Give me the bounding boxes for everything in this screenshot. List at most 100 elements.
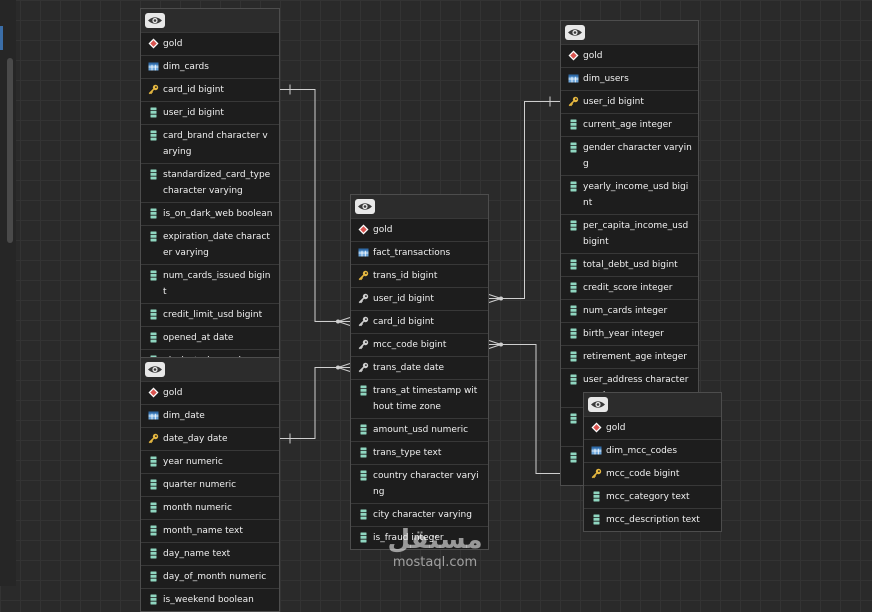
table-icon: [591, 445, 602, 456]
eye-icon[interactable]: [145, 362, 165, 377]
column-icon: [148, 231, 159, 242]
table-name-row[interactable]: dim_cards: [141, 55, 279, 78]
column-row-label: mcc_code bigint: [606, 469, 680, 479]
column-icon: [568, 413, 579, 424]
table-fact-transactions[interactable]: gold fact_transactions trans_id bigint user…: [350, 194, 489, 550]
column-row[interactable]: quarter numeric: [141, 473, 279, 496]
column-row[interactable]: opened_at date: [141, 326, 279, 349]
table-header: [561, 21, 698, 44]
table-dim-mcc-codes[interactable]: gold dim_mcc_codes mcc_code bigint mcc_cate…: [583, 392, 722, 532]
column-row[interactable]: card_id bigint: [351, 310, 488, 333]
table-dim-date[interactable]: gold dim_date date_day date year numeric qua…: [140, 357, 280, 612]
crowfoot-dot: [336, 319, 340, 324]
foreign-key-icon: [358, 362, 369, 373]
column-row[interactable]: expiration_date character varying: [141, 225, 279, 264]
column-row-label: per_capita_income_usd bigint: [583, 221, 689, 247]
column-icon: [568, 305, 579, 316]
table-icon: [148, 410, 159, 421]
column-row[interactable]: retirement_age integer: [561, 345, 698, 368]
column-row[interactable]: mcc_code bigint: [351, 333, 488, 356]
crowfoot-upper: [337, 363, 351, 368]
column-icon: [591, 491, 602, 502]
column-row-label: date_day date: [163, 434, 228, 444]
column-row[interactable]: month numeric: [141, 496, 279, 519]
column-row[interactable]: credit_score integer: [561, 276, 698, 299]
column-row[interactable]: date_day date: [141, 427, 279, 450]
column-icon: [568, 119, 579, 130]
column-row[interactable]: day_of_month numeric: [141, 565, 279, 588]
column-row[interactable]: country character varying: [351, 464, 488, 503]
column-icon: [568, 452, 579, 463]
schema-row-label: gold: [606, 423, 626, 433]
column-row[interactable]: is_on_dark_web boolean: [141, 202, 279, 225]
column-row[interactable]: card_brand character varying: [141, 124, 279, 163]
panel-scrollbar[interactable]: [7, 58, 13, 243]
table-name-row[interactable]: dim_date: [141, 404, 279, 427]
column-row[interactable]: card_id bigint: [141, 78, 279, 101]
column-row[interactable]: num_cards integer: [561, 299, 698, 322]
column-row[interactable]: birth_year integer: [561, 322, 698, 345]
watermark: مستقل mostaql.com: [380, 525, 490, 570]
column-icon: [148, 309, 159, 320]
schema-row[interactable]: gold: [584, 416, 721, 439]
table-icon: [568, 73, 579, 84]
column-icon: [148, 502, 159, 513]
column-row[interactable]: num_cards_issued bigint: [141, 264, 279, 303]
table-name-row[interactable]: fact_transactions: [351, 241, 488, 264]
column-icon: [358, 509, 369, 520]
column-row-label: num_cards integer: [583, 306, 668, 316]
schema-row[interactable]: gold: [141, 381, 279, 404]
column-row[interactable]: is_weekend boolean: [141, 588, 279, 611]
column-row-label: mcc_code bigint: [373, 340, 447, 350]
column-row[interactable]: credit_limit_usd bigint: [141, 303, 279, 326]
crowfoot-dot: [499, 342, 503, 347]
column-row[interactable]: total_debt_usd bigint: [561, 253, 698, 276]
schema-row[interactable]: gold: [351, 218, 488, 241]
column-row[interactable]: user_id bigint: [351, 287, 488, 310]
eye-icon[interactable]: [355, 199, 375, 214]
column-row[interactable]: gender character varying: [561, 136, 698, 175]
column-row-label: retirement_age integer: [583, 352, 687, 362]
relationship-line: [489, 101, 560, 299]
crowfoot-upper: [337, 317, 351, 322]
column-row[interactable]: trans_id bigint: [351, 264, 488, 287]
schema-row[interactable]: gold: [561, 44, 698, 67]
column-row[interactable]: trans_at timestamp without time zone: [351, 379, 488, 418]
column-row-label: user_id bigint: [163, 108, 224, 118]
column-row[interactable]: city character varying: [351, 503, 488, 526]
left-panel: [0, 0, 16, 586]
column-row[interactable]: standardized_card_type character varying: [141, 163, 279, 202]
eye-icon[interactable]: [565, 25, 585, 40]
column-row[interactable]: mcc_description text: [584, 508, 721, 531]
table-dim-cards[interactable]: gold dim_cards card_id bigint user_id bigin…: [140, 8, 280, 389]
column-row[interactable]: trans_type text: [351, 441, 488, 464]
column-icon: [568, 328, 579, 339]
table-header: [584, 393, 721, 416]
column-row[interactable]: mcc_category text: [584, 485, 721, 508]
column-row[interactable]: mcc_code bigint: [584, 462, 721, 485]
column-row[interactable]: amount_usd numeric: [351, 418, 488, 441]
table-name-row[interactable]: dim_users: [561, 67, 698, 90]
column-icon: [148, 169, 159, 180]
table-name-row[interactable]: dim_mcc_codes: [584, 439, 721, 462]
column-row[interactable]: day_name text: [141, 542, 279, 565]
column-row-label: gender character varying: [583, 143, 692, 169]
column-row[interactable]: month_name text: [141, 519, 279, 542]
key-icon: [591, 468, 602, 479]
eye-icon[interactable]: [145, 13, 165, 28]
column-row[interactable]: user_id bigint: [141, 101, 279, 124]
table-icon: [358, 247, 369, 258]
key-icon: [358, 270, 369, 281]
table-name-row-label: dim_cards: [163, 62, 209, 72]
column-row[interactable]: user_id bigint: [561, 90, 698, 113]
column-row[interactable]: per_capita_income_usd bigint: [561, 214, 698, 253]
crowfoot-upper: [488, 294, 502, 299]
schema-row[interactable]: gold: [141, 32, 279, 55]
eye-icon[interactable]: [588, 397, 608, 412]
column-row[interactable]: current_age integer: [561, 113, 698, 136]
column-icon: [568, 282, 579, 293]
column-row[interactable]: year numeric: [141, 450, 279, 473]
column-row[interactable]: trans_date date: [351, 356, 488, 379]
column-row[interactable]: yearly_income_usd bigint: [561, 175, 698, 214]
column-row-label: month_name text: [163, 526, 243, 536]
